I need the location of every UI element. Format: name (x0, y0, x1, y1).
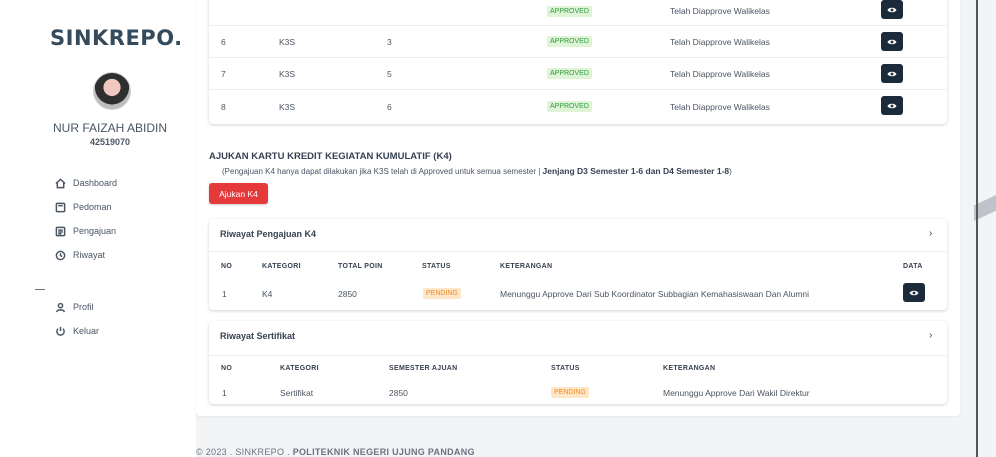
home-icon (55, 177, 66, 189)
power-icon (55, 326, 66, 337)
view-data-button[interactable] (881, 96, 903, 115)
row-divider (209, 89, 947, 90)
avatar (93, 72, 131, 110)
sidebar-item-label: Dashboard (73, 178, 118, 188)
status-badge: APPROVED (547, 101, 592, 112)
eye-icon (887, 103, 897, 108)
header-divider (209, 251, 947, 252)
table-cell-kategori: K3S (279, 102, 296, 112)
table-cell-keterangan: Menunggu Approve Dari Wakil Direktur (663, 388, 810, 398)
chevron-right-icon[interactable]: › (929, 228, 932, 239)
k4-note-text: (Pengajuan K4 hanya dapat dilakukan jika… (222, 167, 541, 176)
sidebar-item-label: Keluar (73, 326, 100, 336)
column-header: STATUS (422, 263, 451, 270)
status-badge: APPROVED (547, 68, 592, 79)
status-badge: PENDING (423, 288, 461, 299)
row-divider (209, 25, 947, 26)
sidebar-item-label: Profil (73, 302, 94, 312)
table-cell-kategori: K3S (279, 69, 296, 79)
column-header: DATA (903, 263, 923, 270)
riwayat-sertifikat-card: Riwayat Sertifikat › NO KATEGORI SEMESTE… (209, 321, 947, 404)
view-data-button[interactable] (903, 283, 925, 302)
sidebar-divider (35, 289, 45, 290)
chevron-right-icon[interactable]: › (929, 330, 932, 341)
eye-icon (887, 71, 897, 76)
view-data-button[interactable] (881, 0, 903, 19)
table-cell-no: 1 (222, 289, 227, 299)
sidebar-item-pedoman[interactable]: Pedoman (55, 199, 112, 215)
table-cell-semester: 6 (387, 102, 392, 112)
column-header: NO (221, 365, 233, 372)
header-divider (209, 355, 947, 356)
table-cell-keterangan: Telah Diapprove Walikelas (670, 102, 770, 112)
list-icon (55, 226, 66, 237)
table-cell-keterangan: Telah Diapprove Walikelas (670, 37, 770, 47)
table-cell-no: 8 (221, 102, 226, 112)
eye-icon (909, 290, 919, 295)
k4-note-bold: Jenjang D3 Semester 1-6 dan D4 Semester … (542, 166, 730, 176)
table-cell-kategori: Sertifikat (280, 388, 314, 398)
riwayat-k4-card: Riwayat Pengajuan K4 › NO KATEGORI TOTAL… (209, 219, 947, 310)
table-cell-total-poin: 2850 (338, 289, 357, 299)
sidebar-item-label: Pedoman (73, 202, 112, 212)
history-icon (55, 250, 66, 261)
sidebar-item-label: Pengajuan (73, 226, 117, 236)
sidebar-item-riwayat[interactable]: Riwayat (55, 247, 105, 263)
sidebar: SINKREPO. NUR FAIZAH ABIDIN 42519070 Das… (0, 0, 196, 457)
status-badge: APPROVED (547, 36, 592, 47)
view-data-button[interactable] (881, 32, 903, 51)
table-cell-keterangan: Menunggu Approve Dari Sub Koordinator Su… (500, 289, 810, 299)
k4-section-title: AJUKAN KARTU KREDIT KEGIATAN KUMULATIF (… (209, 151, 452, 162)
footer-institution[interactable]: POLITEKNIK NEGERI UJUNG PANDANG (293, 447, 475, 457)
sidebar-item-dashboard[interactable]: Dashboard (55, 175, 117, 191)
user-nim: 42519070 (89, 137, 131, 147)
ajukan-k4-button[interactable]: Ajukan K4 (209, 183, 268, 204)
column-header: STATUS (551, 365, 580, 372)
row-divider (209, 57, 947, 58)
status-badge: APPROVED (547, 6, 592, 17)
column-header: KATEGORI (262, 263, 301, 270)
column-header: SEMESTER AJUAN (389, 365, 458, 372)
table-cell-no: 1 (222, 388, 227, 398)
sidebar-item-profil[interactable]: Profil (55, 299, 94, 315)
column-header: TOTAL POIN (338, 263, 383, 270)
table-cell-kategori: K3S (279, 37, 296, 47)
footer-copyright: © 2023 . SINKREPO . (196, 447, 290, 457)
riwayat-k4-title: Riwayat Pengajuan K4 (220, 229, 317, 239)
k4-note-end: ) (729, 167, 732, 176)
scrollbar[interactable] (976, 0, 978, 457)
status-badge: PENDING (551, 387, 589, 398)
column-header: KETERANGAN (500, 263, 553, 270)
table-cell-semester: 5 (387, 69, 392, 79)
sidebar-item-keluar[interactable]: Keluar (55, 323, 99, 339)
eye-icon (887, 39, 897, 44)
table-cell-keterangan: Telah Diapprove Walikelas (670, 6, 770, 16)
user-icon (55, 302, 66, 313)
user-name: NUR FAIZAH ABIDIN (52, 121, 168, 135)
k4-section-note: (Pengajuan K4 hanya dapat dilakukan jika… (222, 166, 732, 176)
footer: © 2023 . SINKREPO . POLITEKNIK NEGERI UJ… (196, 447, 475, 457)
table-cell-kategori: K4 (262, 289, 273, 299)
app-logo[interactable]: SINKREPO. (50, 26, 183, 50)
column-header: KETERANGAN (663, 365, 716, 372)
table-cell-no: 7 (221, 69, 226, 79)
riwayat-sertifikat-title: Riwayat Sertifikat (220, 331, 296, 341)
book-icon (55, 202, 66, 213)
table-cell-semester: 3 (387, 37, 392, 47)
table-cell-no: 6 (221, 37, 226, 47)
table-cell-keterangan: Telah Diapprove Walikelas (670, 69, 770, 79)
table-cell-semester-ajuan: 2850 (389, 388, 408, 398)
eye-icon (887, 7, 897, 12)
sidebar-item-label: Riwayat (73, 250, 106, 260)
column-header: NO (221, 263, 233, 270)
column-header: KATEGORI (280, 365, 319, 372)
view-data-button[interactable] (881, 64, 903, 83)
k3s-history-card: APPROVED Telah Diapprove Walikelas 6 K3S… (209, 0, 947, 124)
sidebar-item-pengajuan[interactable]: Pengajuan (55, 223, 116, 239)
